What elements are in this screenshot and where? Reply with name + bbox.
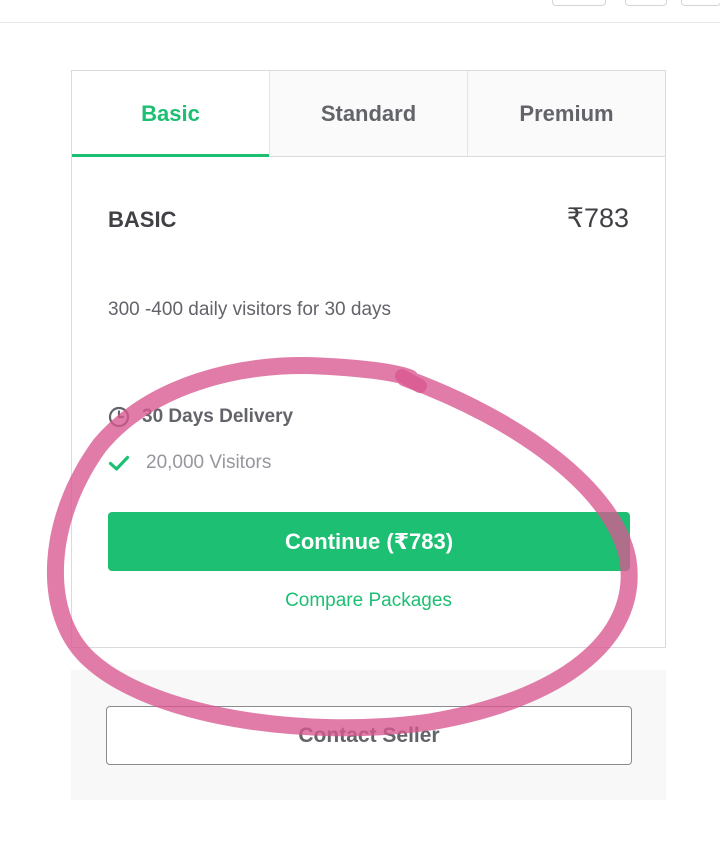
package-description: 300 -400 daily visitors for 30 days	[108, 299, 392, 320]
continue-button[interactable]: Continue (₹783)	[108, 512, 630, 571]
package-name: BASIC	[108, 207, 177, 232]
compare-packages-link[interactable]: Compare Packages	[72, 590, 665, 612]
feature-label: 20,000 Visitors	[146, 452, 272, 473]
header-control[interactable]	[552, 0, 606, 6]
clock-icon	[108, 406, 130, 428]
contact-section: Contact Seller	[71, 670, 666, 800]
delivery-label: 30 Days Delivery	[142, 406, 294, 427]
tab-basic[interactable]: Basic	[72, 71, 269, 157]
package-price: ₹783	[566, 203, 629, 233]
page: Basic Standard Premium BASIC ₹783 300 -4…	[0, 0, 720, 854]
header-control[interactable]	[625, 0, 667, 6]
package-tabs: Basic Standard Premium	[72, 71, 665, 157]
checkmark-icon	[108, 455, 130, 471]
package-card: Basic Standard Premium BASIC ₹783 300 -4…	[71, 70, 666, 648]
feature-item: 20,000 Visitors	[108, 452, 271, 474]
header-control[interactable]	[681, 0, 720, 6]
header-divider	[0, 22, 720, 23]
delivery-info: 30 Days Delivery	[108, 406, 293, 428]
tab-premium[interactable]: Premium	[467, 71, 665, 156]
tab-standard[interactable]: Standard	[269, 71, 467, 156]
contact-seller-button[interactable]: Contact Seller	[106, 706, 632, 765]
